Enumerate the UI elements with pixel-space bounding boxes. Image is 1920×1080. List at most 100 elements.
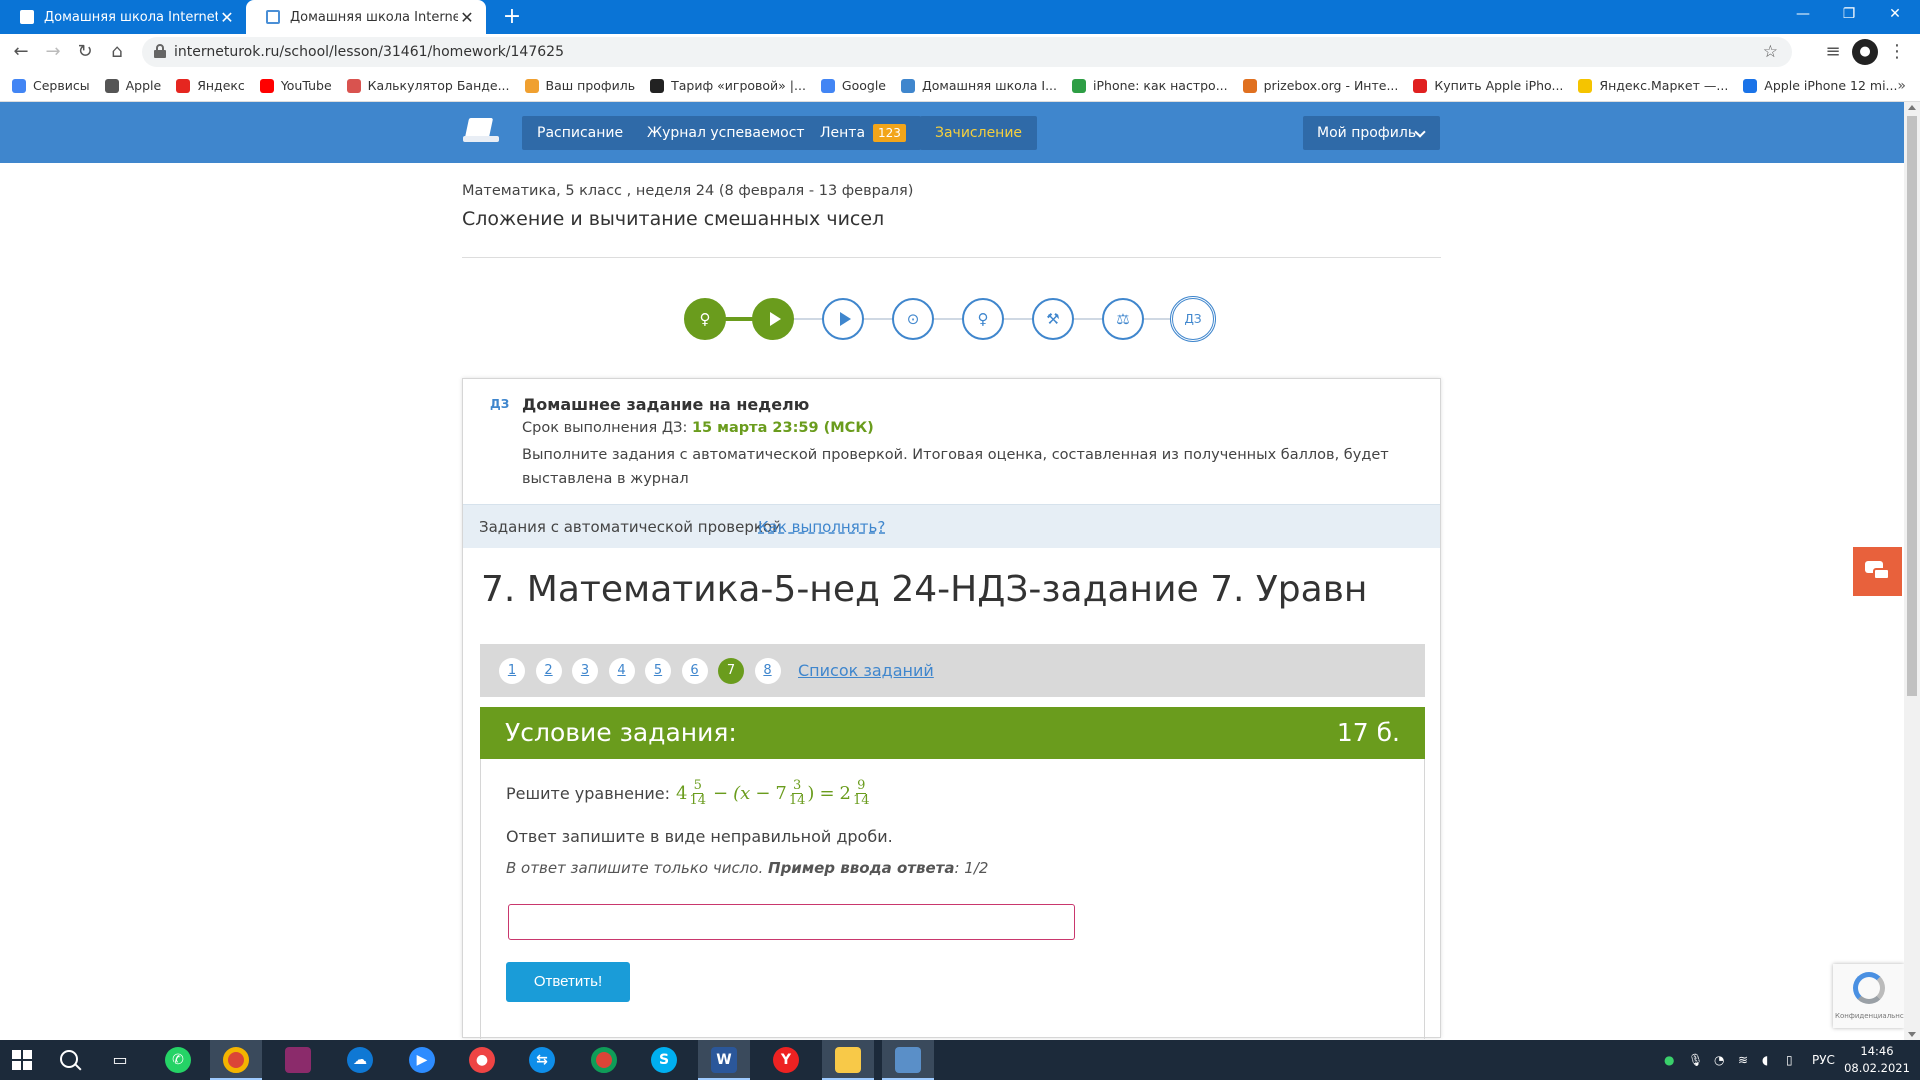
step-webinar-icon[interactable]: ⊙ xyxy=(892,298,934,340)
nav-enrollment-button[interactable]: Зачисление xyxy=(920,116,1038,150)
bookmark-label: Домашняя школа I... xyxy=(922,78,1058,93)
task-page-link[interactable]: 4 xyxy=(608,658,635,684)
breadcrumb: Математика, 5 класс , неделя 24 (8 февра… xyxy=(462,183,914,199)
bookmark-item[interactable]: Сервисы xyxy=(12,78,90,93)
winrar-icon[interactable] xyxy=(272,1040,324,1080)
step-trainer-icon[interactable]: ⚒ xyxy=(1032,298,1074,340)
search-icon[interactable] xyxy=(60,1050,78,1068)
bookmark-item[interactable]: Калькулятор Банде... xyxy=(346,78,510,93)
task-score: 17 б. xyxy=(1336,718,1400,747)
profile-button[interactable]: Мой профиль xyxy=(1303,116,1440,150)
browser-tab-active[interactable]: Домашняя школа InternetUrok.r ✕ xyxy=(246,0,486,34)
task-view-icon[interactable]: ▭ xyxy=(94,1040,146,1080)
yandex-browser-icon[interactable]: Y xyxy=(760,1040,812,1080)
file-explorer-icon[interactable] xyxy=(822,1040,874,1080)
back-icon[interactable]: ← xyxy=(8,39,34,65)
step-video-play-icon[interactable] xyxy=(822,298,864,340)
bookmark-label: YouTube xyxy=(280,78,332,93)
answer-input[interactable] xyxy=(508,904,1075,940)
windows-start-icon[interactable] xyxy=(12,1050,32,1070)
wifi-icon[interactable]: ≋ xyxy=(1738,1040,1748,1080)
step-summary-lightbulb-icon[interactable]: ♀ xyxy=(962,298,1004,340)
browser-tab[interactable]: Домашняя школа InternetUrok.r ✕ xyxy=(0,0,246,34)
zoom-icon[interactable]: ▶ xyxy=(396,1040,448,1080)
bookmark-item[interactable]: prizebox.org - Инте... xyxy=(1242,78,1398,93)
step-tests-icon[interactable]: ⚖ xyxy=(1102,298,1144,340)
bookmark-item[interactable]: Купить Apple iPho... xyxy=(1413,78,1563,93)
task-list-link[interactable]: Список заданий xyxy=(798,644,934,697)
task-page-link[interactable]: 2 xyxy=(535,658,562,684)
bookmark-item[interactable]: Apple xyxy=(104,78,161,93)
bookmark-label: Тариф «игровой» |... xyxy=(671,78,806,93)
task-page-link[interactable]: 3 xyxy=(572,658,598,684)
new-tab-icon[interactable]: + xyxy=(498,3,526,31)
task-page-link[interactable]: 7 xyxy=(718,658,744,684)
bookmark-item[interactable]: Яндекс xyxy=(176,78,245,93)
step-video-done-play-icon[interactable] xyxy=(752,298,794,340)
site-logo-icon[interactable] xyxy=(463,116,501,146)
close-tab-icon[interactable]: ✕ xyxy=(218,8,236,27)
homework-title: Домашнее задание на неделю xyxy=(522,395,810,414)
nav-journal-button[interactable]: Журнал успеваемости xyxy=(632,116,829,150)
task-page-link[interactable]: 1 xyxy=(499,658,525,684)
home-icon[interactable]: ⌂ xyxy=(104,39,130,65)
onedrive-icon[interactable]: ☁ xyxy=(334,1040,386,1080)
word-icon[interactable]: W xyxy=(698,1040,750,1080)
clock[interactable]: 14:46 08.02.2021 xyxy=(1842,1043,1912,1077)
menu-icon[interactable]: ⋮ xyxy=(1884,39,1910,65)
forward-icon[interactable]: → xyxy=(40,39,66,65)
task-page-link[interactable]: 8 xyxy=(754,658,781,684)
security-tray-icon[interactable]: ● xyxy=(1664,1040,1674,1080)
language-indicator[interactable]: РУС xyxy=(1812,1040,1835,1080)
scroll-down-icon[interactable] xyxy=(1908,1032,1916,1037)
nav-schedule-button[interactable]: Расписание xyxy=(522,116,639,150)
bookmark-icon xyxy=(12,78,26,93)
bookmark-item[interactable]: Тариф «игровой» |... xyxy=(650,78,806,93)
volume-icon[interactable]: ◖ xyxy=(1762,1040,1768,1080)
bookmark-item[interactable]: iPhone: как настро... xyxy=(1072,78,1228,93)
whatsapp-icon[interactable]: ✆ xyxy=(152,1040,204,1080)
scroll-thumb[interactable] xyxy=(1907,116,1917,696)
more-bookmarks-icon[interactable]: » xyxy=(1897,70,1906,102)
reload-icon[interactable]: ↻ xyxy=(72,39,98,65)
tab-title: Домашняя школа InternetUrok.r xyxy=(290,9,458,25)
maximize-icon[interactable]: ❐ xyxy=(1826,0,1872,30)
avatar[interactable]: ● xyxy=(1852,39,1878,65)
recaptcha-badge[interactable]: Конфиденциальнс xyxy=(1833,964,1904,1028)
task-page-link[interactable]: 5 xyxy=(645,658,671,684)
submit-answer-button[interactable]: Ответить! xyxy=(506,962,630,1002)
bookmark-item[interactable]: Яндекс.Маркет —... xyxy=(1578,78,1728,93)
teamviewer-icon[interactable]: ⇆ xyxy=(516,1040,568,1080)
bookmark-item[interactable]: Ваш профиль xyxy=(524,78,635,93)
battery-icon[interactable]: ▯ xyxy=(1786,1040,1793,1080)
step-intro-lightbulb-icon[interactable]: ♀ xyxy=(684,298,726,340)
chat-icon[interactable] xyxy=(1853,547,1902,596)
close-window-icon[interactable]: ✕ xyxy=(1872,0,1918,30)
camera-app-icon[interactable]: ● xyxy=(456,1040,508,1080)
bookmark-item[interactable]: Домашняя школа I... xyxy=(901,78,1057,93)
nav-feed-button[interactable]: Лента 123 xyxy=(805,116,921,150)
task-page-link[interactable]: 6 xyxy=(681,658,708,684)
bookmark-star-icon[interactable]: ☆ xyxy=(1763,37,1778,67)
microphone-icon[interactable]: 🎙 xyxy=(1688,1040,1703,1080)
reading-list-icon[interactable]: ≡ xyxy=(1820,39,1846,65)
page-scrollbar[interactable] xyxy=(1904,102,1920,1040)
bookmark-item[interactable]: Google xyxy=(820,78,886,93)
minimize-icon[interactable]: — xyxy=(1780,0,1826,30)
address-bar[interactable]: interneturok.ru/school/lesson/31461/home… xyxy=(142,37,1792,67)
clock-date: 08.02.2021 xyxy=(1844,1061,1910,1075)
chrome-profile-icon[interactable] xyxy=(578,1040,630,1080)
close-tab-icon[interactable]: ✕ xyxy=(458,8,476,27)
how-to-link[interactable]: Как выполнять? xyxy=(758,505,885,549)
answer-format-hint: Ответ запишите в виде неправильной дроби… xyxy=(506,827,893,846)
task-body: Решите уравнение: 4 5 14 − (x − 7 3 14 ) =… xyxy=(480,759,1425,1039)
auto-check-bar: Задания с автоматической проверкой Как в… xyxy=(463,504,1440,548)
step-homework[interactable]: ДЗ xyxy=(1170,296,1216,342)
scroll-up-icon[interactable] xyxy=(1908,105,1916,110)
network-icon[interactable]: ◔ xyxy=(1714,1040,1724,1080)
remote-desktop-icon[interactable] xyxy=(882,1040,934,1080)
skype-icon[interactable]: S xyxy=(638,1040,690,1080)
bookmark-item[interactable]: Apple iPhone 12 mi... xyxy=(1743,78,1897,93)
chrome-icon[interactable] xyxy=(210,1040,262,1080)
bookmark-item[interactable]: YouTube xyxy=(259,78,332,93)
